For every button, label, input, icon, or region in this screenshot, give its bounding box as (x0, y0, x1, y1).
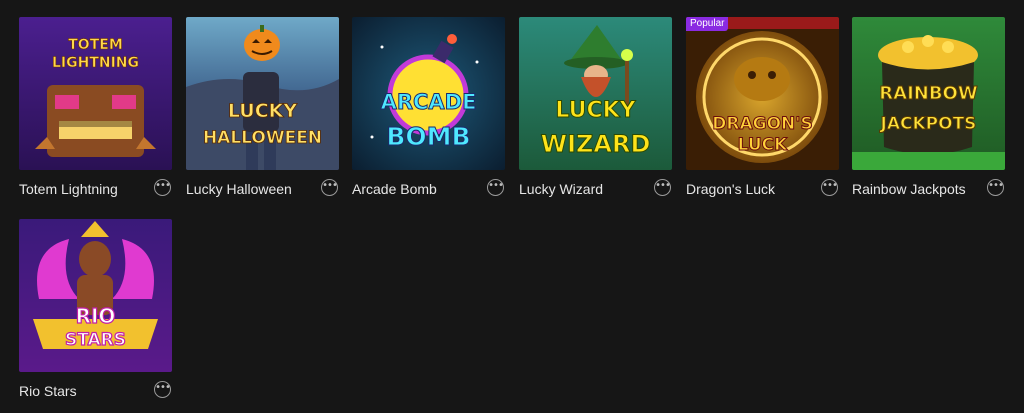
game-tile-arcade-bomb[interactable]: ARCADE BOMB Arcade Bomb ••• (352, 17, 505, 206)
dragons-luck-artwork: DRAGON'S LUCK (686, 17, 839, 170)
lucky-wizard-artwork: LUCKY WIZARD (519, 17, 672, 170)
logo-line-1: LUCKY (228, 100, 298, 122)
game-thumbnail-rio-stars[interactable]: RIO STARS (19, 219, 172, 372)
game-meta: Lucky Halloween ••• (186, 178, 339, 206)
popular-badge: Popular (686, 17, 729, 31)
game-meta: Totem Lightning ••• (19, 178, 172, 206)
ellipsis-icon: ••• (155, 381, 171, 393)
logo-line-1: LUCKY (555, 98, 636, 123)
arcade-bomb-artwork: ARCADE BOMB (352, 17, 505, 170)
logo-line-2: LUCK (738, 135, 789, 155)
game-tile-rio-stars[interactable]: RIO STARS Rio Stars ••• (19, 219, 172, 408)
lucky-halloween-artwork: LUCKY HALLOWEEN (186, 17, 339, 170)
game-thumbnail-totem-lightning[interactable]: TOTEM LIGHTNING (19, 17, 172, 170)
game-title[interactable]: Rainbow Jackpots (852, 181, 966, 197)
more-options-button[interactable]: ••• (987, 179, 1004, 196)
game-tile-dragons-luck[interactable]: DRAGON'S LUCK Popular Dragon's Luck ••• (686, 17, 839, 206)
game-meta: Rainbow Jackpots ••• (852, 178, 1005, 206)
game-grid: TOTEM LIGHTNING Totem Lightning ••• LUCK… (0, 0, 1024, 413)
logo-line-2: STARS (65, 330, 126, 350)
logo-line-2: JACKPOTS (880, 114, 977, 134)
logo-line-2: BOMB (386, 122, 470, 151)
game-title[interactable]: Lucky Halloween (186, 181, 292, 197)
ellipsis-icon: ••• (988, 179, 1004, 191)
more-options-button[interactable]: ••• (821, 179, 838, 196)
game-meta: Dragon's Luck ••• (686, 178, 839, 206)
game-tile-totem-lightning[interactable]: TOTEM LIGHTNING Totem Lightning ••• (19, 17, 172, 206)
rio-stars-artwork: RIO STARS (19, 219, 172, 372)
game-thumbnail-lucky-wizard[interactable]: LUCKY WIZARD (519, 17, 672, 170)
logo-line-1: RAINBOW (879, 83, 978, 104)
logo-line-1: RIO (76, 304, 116, 328)
rainbow-jackpots-artwork: RAINBOW JACKPOTS (852, 17, 1005, 170)
more-options-button[interactable]: ••• (321, 179, 338, 196)
more-options-button[interactable]: ••• (154, 381, 171, 398)
logo-line-1: DRAGON'S (712, 114, 812, 134)
game-meta: Arcade Bomb ••• (352, 178, 505, 206)
logo-line-1: TOTEM (68, 37, 123, 53)
game-thumbnail-dragons-luck[interactable]: DRAGON'S LUCK Popular (686, 17, 839, 170)
logo-line-2: HALLOWEEN (203, 128, 322, 148)
totem-lightning-artwork: TOTEM LIGHTNING (19, 17, 172, 170)
game-meta: Rio Stars ••• (19, 380, 172, 408)
game-meta: Lucky Wizard ••• (519, 178, 672, 206)
game-title[interactable]: Arcade Bomb (352, 181, 437, 197)
more-options-button[interactable]: ••• (487, 179, 504, 196)
game-thumbnail-lucky-halloween[interactable]: LUCKY HALLOWEEN (186, 17, 339, 170)
logo-line-2: LIGHTNING (52, 55, 139, 71)
game-tile-lucky-wizard[interactable]: LUCKY WIZARD Lucky Wizard ••• (519, 17, 672, 206)
ellipsis-icon: ••• (488, 179, 504, 191)
game-tile-lucky-halloween[interactable]: LUCKY HALLOWEEN Lucky Halloween ••• (186, 17, 339, 206)
game-title[interactable]: Lucky Wizard (519, 181, 603, 197)
ellipsis-icon: ••• (322, 179, 338, 191)
game-title[interactable]: Rio Stars (19, 383, 77, 399)
game-title[interactable]: Dragon's Luck (686, 181, 775, 197)
ellipsis-icon: ••• (655, 179, 671, 191)
more-options-button[interactable]: ••• (154, 179, 171, 196)
game-title[interactable]: Totem Lightning (19, 181, 118, 197)
more-options-button[interactable]: ••• (654, 179, 671, 196)
logo-line-2: WIZARD (541, 130, 651, 158)
game-thumbnail-arcade-bomb[interactable]: ARCADE BOMB (352, 17, 505, 170)
ellipsis-icon: ••• (155, 179, 171, 191)
game-thumbnail-rainbow-jackpots[interactable]: RAINBOW JACKPOTS (852, 17, 1005, 170)
logo-line-1: ARCADE (381, 90, 477, 114)
game-tile-rainbow-jackpots[interactable]: RAINBOW JACKPOTS Rainbow Jackpots ••• (852, 17, 1005, 206)
ellipsis-icon: ••• (822, 179, 838, 191)
